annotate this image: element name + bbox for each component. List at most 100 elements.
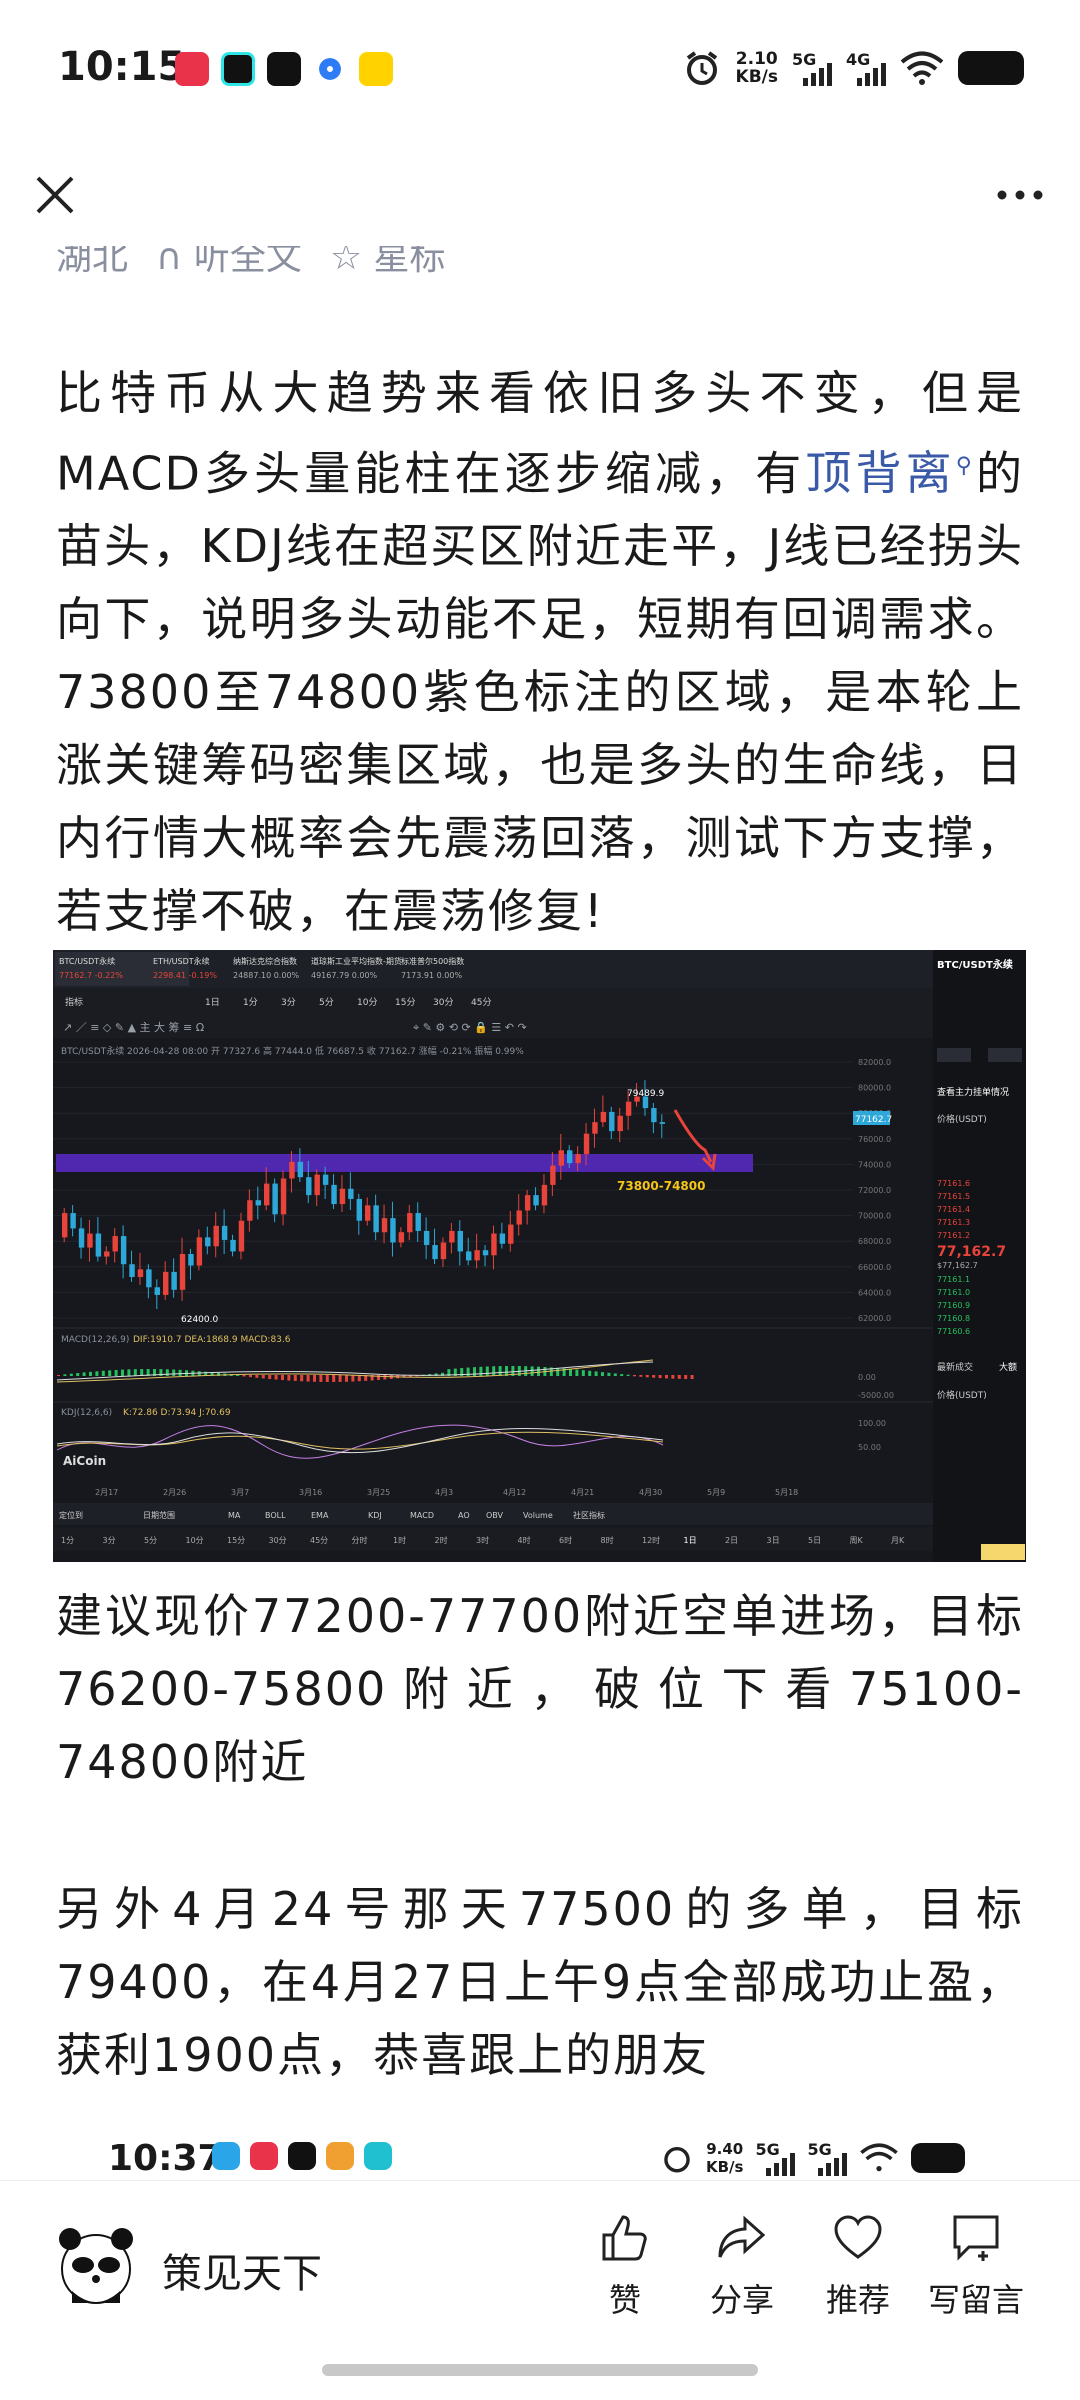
macd-bar <box>172 1369 176 1376</box>
market-tab-value: 77162.7 -0.22% <box>59 971 123 980</box>
preview-status-right: 9.40 KB/s 5G 5G <box>660 2140 966 2176</box>
market-tab-value: 49167.79 0.00% <box>311 971 378 980</box>
macd-bar <box>332 1375 336 1382</box>
macd-bar <box>101 1370 105 1376</box>
price-tick: 62000.0 <box>858 1314 891 1323</box>
period-tab: 月K <box>891 1536 905 1545</box>
macd-bar <box>671 1375 675 1379</box>
candle-body <box>592 1122 598 1134</box>
signal-4g-icon: 4G <box>846 50 886 86</box>
period-tab: 1时 <box>393 1535 406 1545</box>
indicator-tab: OBV <box>486 1511 504 1520</box>
author-name[interactable]: 策见天下 <box>162 2241 322 2299</box>
candle-body <box>423 1230 430 1246</box>
candle-body <box>651 1108 657 1123</box>
candle-body <box>70 1213 76 1229</box>
candle-body <box>205 1237 211 1247</box>
macd-bar <box>479 1366 483 1376</box>
candle-body <box>221 1225 228 1240</box>
status-right: 2.10 KB/s 5G 4G <box>682 48 1024 88</box>
tiktok-app-icon <box>288 2142 316 2170</box>
home-indicator[interactable] <box>322 2364 758 2376</box>
macd-bar <box>626 1374 630 1376</box>
indicator-tab: 日期范围 <box>143 1510 175 1520</box>
bid-price: 77161.1 <box>937 1275 970 1284</box>
candle-body <box>617 1115 623 1132</box>
comment-button[interactable]: 写留言 <box>916 2211 1036 2321</box>
date-tick: 5月9 <box>707 1488 725 1497</box>
recommend-button[interactable]: 推荐 <box>803 2211 913 2321</box>
close-icon[interactable] <box>30 170 80 220</box>
period-tab: 2日 <box>725 1536 738 1545</box>
macd-bar <box>313 1375 316 1382</box>
macd-bar <box>607 1372 611 1376</box>
author-avatar[interactable] <box>54 2223 138 2307</box>
weibo-app-icon <box>326 2142 354 2170</box>
bid-price: 77160.8 <box>937 1314 970 1323</box>
macd-bar <box>633 1375 636 1377</box>
toolbar-item: 1分 <box>243 997 258 1008</box>
macd-bar <box>249 1375 252 1378</box>
candle-body <box>432 1245 438 1260</box>
share-icon <box>718 2215 766 2258</box>
price-tick: 80000.0 <box>858 1084 891 1093</box>
price-tick: 66000.0 <box>858 1263 891 1272</box>
candle-body <box>188 1254 194 1266</box>
macd-bar <box>658 1375 662 1379</box>
price-tick: 68000.0 <box>858 1237 891 1246</box>
macd-bar <box>127 1369 131 1376</box>
macd-bar <box>261 1375 265 1379</box>
macd-bar <box>594 1371 598 1376</box>
status-bar: 10:15 2.10 KB/s 5G 4G <box>0 0 1080 140</box>
svg-text:⌖ ✎ ⚙ ⟲ ⟳ 🔒 ☰ ↶ ↷: ⌖ ✎ ⚙ ⟲ ⟳ 🔒 ☰ ↶ ↷ <box>413 1021 527 1034</box>
xiaohongshu-app-icon <box>175 52 209 86</box>
period-tab: 4时 <box>518 1535 531 1545</box>
preview-app-icons <box>212 2142 392 2170</box>
date-tick: 4月3 <box>435 1488 453 1497</box>
macd-bar <box>537 1366 540 1376</box>
macd-bar <box>306 1375 310 1382</box>
tiktok-app-icon <box>267 52 301 86</box>
macd-bar <box>300 1375 304 1382</box>
candle-body <box>104 1251 110 1257</box>
article-paragraph-2: 建议现价77200-77700附近空单进场，目标76200-75800附近，破位… <box>56 1589 1024 1789</box>
candle-body <box>163 1271 169 1295</box>
candle-body <box>314 1174 320 1196</box>
kdj-values: K:72.86 D:73.94 J:70.69 <box>123 1408 231 1418</box>
candle-body <box>482 1250 489 1256</box>
candle-body <box>415 1213 421 1231</box>
period-tab: 3日 <box>767 1536 780 1545</box>
market-tab: ETH/USDT永续 <box>153 956 210 966</box>
toolbar-item: 1日 <box>205 997 220 1008</box>
candle-body <box>255 1200 261 1206</box>
share-button[interactable]: 分享 <box>687 2211 797 2321</box>
macd-bar <box>95 1371 99 1376</box>
candle-body <box>196 1237 203 1266</box>
telegram-app-icon <box>212 2142 240 2170</box>
high-label: 79489.9 <box>627 1089 664 1099</box>
macd-bar <box>165 1369 169 1376</box>
macd-bar <box>345 1375 348 1382</box>
like-button[interactable]: 赞 <box>570 2211 680 2321</box>
wifi-icon <box>860 2143 899 2172</box>
market-tab: BTC/USDT永续 <box>59 956 115 966</box>
signal-5g-icon-2: 5G <box>807 2140 848 2176</box>
ask-price: 77161.6 <box>937 1179 970 1188</box>
signal-5g-icon: 5G <box>755 2140 796 2176</box>
btc-chart-screenshot[interactable]: BTC/USDT永续 77162.7 -0.22% ETH/USDT永续 2298.4… <box>53 950 1026 1562</box>
bid-price: 77160.6 <box>937 1327 970 1336</box>
macd-bar <box>57 1375 60 1376</box>
more-options-icon[interactable] <box>990 170 1050 220</box>
news-app-icon <box>359 52 393 86</box>
price-tick: 64000.0 <box>858 1288 891 1297</box>
date-tick: 4月21 <box>571 1488 594 1497</box>
keyword-link[interactable]: 顶背离⚲ <box>805 446 973 500</box>
indicator-tab: 定位到 <box>59 1510 83 1520</box>
macd-bar <box>492 1366 496 1376</box>
indicator-tab: Volume <box>523 1511 553 1520</box>
macd-bar <box>268 1375 272 1380</box>
alarm-icon <box>664 2146 690 2173</box>
ask-price: 77161.4 <box>937 1205 970 1214</box>
candle-body <box>407 1213 413 1233</box>
thumbs-up-icon <box>602 2215 647 2261</box>
